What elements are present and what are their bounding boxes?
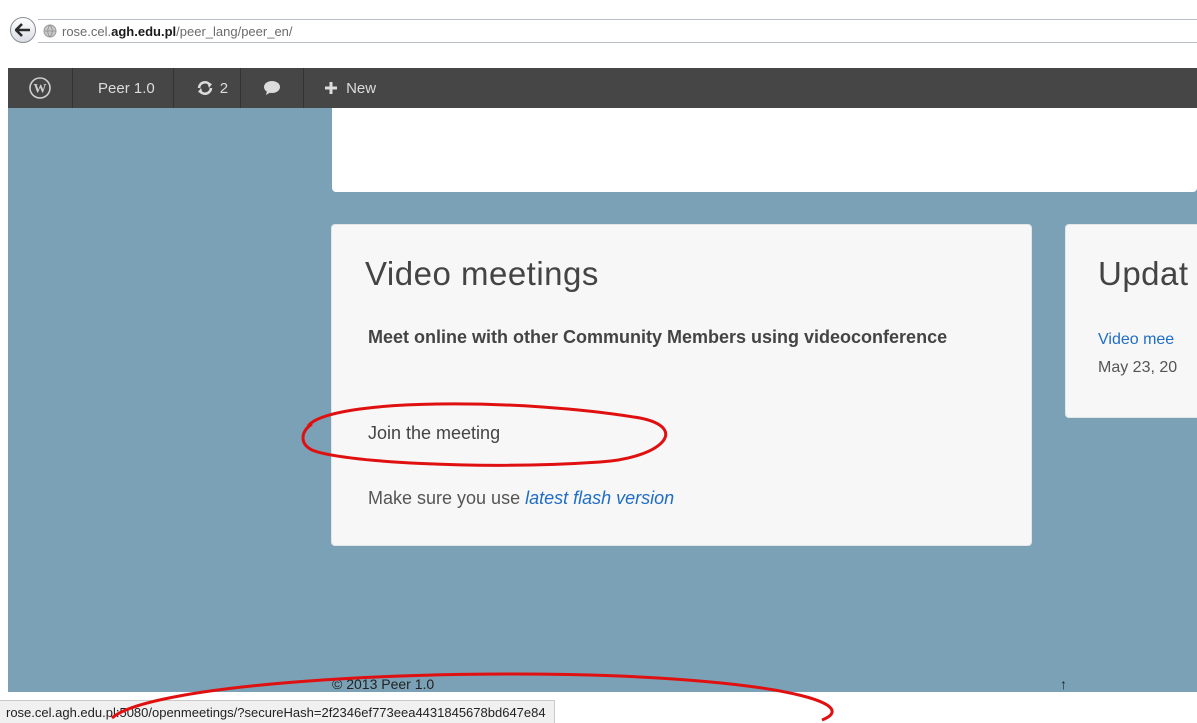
back-arrow-icon <box>15 23 30 37</box>
url-path: /peer_lang/peer_en/ <box>176 23 293 39</box>
updates-icon <box>197 81 213 95</box>
page-content: Video meetings Meet online with other Co… <box>8 108 1197 692</box>
status-bar: rose.cel.agh.edu.pl:5080/openmeetings/?s… <box>0 700 555 723</box>
address-bar[interactable]: rose.cel. agh.edu.pl/peer_lang/peer_en/ <box>38 19 1197 43</box>
flash-note-text: Make sure you use <box>368 488 526 508</box>
comments-menu[interactable] <box>241 68 303 108</box>
updates-card: Updat Video mee May 23, 20 <box>1065 224 1197 418</box>
flash-version-link[interactable]: latest flash version <box>525 488 674 508</box>
wordpress-logo-icon: W <box>29 77 51 99</box>
plus-icon <box>325 82 338 94</box>
url-prefix: rose.cel. <box>62 23 112 39</box>
new-content-menu[interactable]: New <box>304 68 390 108</box>
updates-count: 2 <box>219 79 229 97</box>
back-button[interactable] <box>10 17 36 43</box>
comment-bubble-icon <box>264 81 281 95</box>
url-host: agh.edu.pl <box>111 23 177 39</box>
card-title: Video meetings <box>365 255 599 292</box>
site-name-label: Peer 1.0 <box>98 79 155 97</box>
svg-text:W: W <box>34 81 47 96</box>
wordpress-menu[interactable]: W <box>8 68 72 108</box>
browser-toolbar: rose.cel. agh.edu.pl/peer_lang/peer_en/ <box>0 0 1197 60</box>
status-url: rose.cel.agh.edu.pl:5080/openmeetings/?s… <box>6 704 546 720</box>
update-date: May 23, 20 <box>1098 359 1178 376</box>
updates-menu[interactable]: 2 <box>174 68 240 108</box>
video-meetings-card: Video meetings Meet online with other Co… <box>331 224 1032 546</box>
site-name-menu[interactable]: Peer 1.0 <box>73 68 173 108</box>
updates-card-title: Updat <box>1098 255 1189 292</box>
wp-admin-bar: W Peer 1.0 2 New <box>8 68 1197 108</box>
header-panel <box>332 108 1197 192</box>
back-to-top-arrow[interactable]: ↑ <box>1060 676 1067 692</box>
globe-icon <box>43 24 57 38</box>
new-label: New <box>346 79 377 97</box>
flash-note: Make sure you use latest flash version <box>368 488 674 509</box>
footer-copyright: © 2013 Peer 1.0 <box>332 676 435 692</box>
join-meeting-link[interactable]: Join the meeting <box>368 423 500 444</box>
card-subtitle: Meet online with other Community Members… <box>368 327 948 347</box>
update-link[interactable]: Video mee <box>1098 331 1174 349</box>
